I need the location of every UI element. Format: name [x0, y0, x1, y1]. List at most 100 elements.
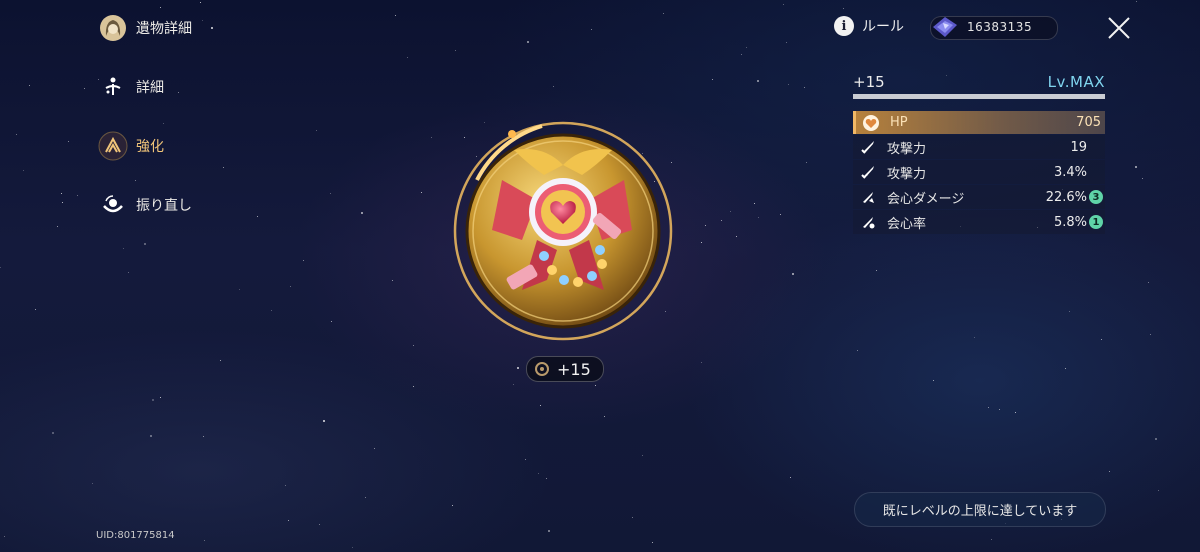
star [210, 27, 213, 30]
star [0, 266, 2, 268]
star [51, 431, 54, 434]
star [199, 1, 201, 3]
attack-sword-icon [859, 138, 877, 156]
star [60, 192, 62, 194]
star [512, 384, 514, 386]
star [123, 248, 125, 250]
star [663, 13, 665, 15]
star [365, 497, 367, 499]
rules-button[interactable]: i ルール [834, 16, 904, 36]
star [746, 47, 748, 49]
nav-item-reroll[interactable]: 振り直し [98, 189, 192, 221]
nav-item-details[interactable]: 詳細 [98, 71, 192, 103]
level-ring-icon [535, 362, 549, 376]
star [454, 49, 456, 51]
star [61, 202, 63, 204]
sub-stat-value: 22.6% [1045, 189, 1087, 205]
hp-heart-icon [862, 114, 880, 132]
star [857, 350, 859, 352]
sub-stat-value: 5.8% [1053, 214, 1087, 230]
star [1155, 437, 1158, 440]
star [704, 225, 706, 227]
star [806, 162, 808, 164]
star [56, 225, 58, 227]
stat-list: HP 705 攻撃力 19 攻撃力 3.4% 会心ダメージ 22.6% 3 会心… [853, 111, 1105, 234]
sub-stat-row: 攻撃力 19 [853, 135, 1105, 159]
star [149, 434, 152, 437]
star [290, 286, 292, 287]
sub-stat-name: 攻撃力 [887, 166, 927, 182]
nav-label: 詳細 [136, 80, 164, 96]
crit-rate-icon [859, 213, 877, 231]
star [553, 85, 555, 87]
star [604, 415, 606, 417]
relic-enhance-level: +15 [557, 359, 591, 379]
star [1069, 311, 1071, 313]
star [791, 273, 794, 276]
star [590, 28, 592, 30]
gem-ticket-icon [933, 17, 957, 37]
star [991, 539, 993, 541]
nav-item-enhance[interactable]: 強化 [98, 130, 192, 162]
star [373, 447, 375, 449]
star [651, 542, 653, 544]
nav-label: 遺物詳細 [136, 21, 192, 37]
star [875, 269, 877, 271]
star [67, 140, 69, 142]
sub-stat-row: 会心率 5.8% 1 [853, 210, 1105, 234]
currency-value: 16383135 [967, 20, 1033, 34]
star [29, 84, 31, 86]
star [721, 220, 723, 222]
star [526, 41, 529, 44]
star [392, 279, 394, 281]
star [318, 524, 320, 526]
star [1065, 368, 1067, 370]
rules-label: ルール [862, 19, 904, 35]
star [1142, 178, 1144, 180]
star [757, 217, 759, 219]
star [974, 336, 976, 338]
sub-stat-name: 会心ダメージ [887, 191, 965, 207]
star [1100, 339, 1102, 341]
level-header: +15 Lv.MAX [853, 69, 1105, 91]
star [1014, 411, 1016, 413]
star [780, 214, 782, 216]
reroll-icon [98, 190, 128, 220]
star [631, 516, 633, 518]
star [271, 309, 273, 311]
sub-stat-value: 19 [1070, 139, 1087, 155]
star [330, 320, 332, 322]
nav-item-relic-details[interactable]: 遺物詳細 [98, 12, 192, 44]
star [303, 259, 305, 261]
sub-stat-row: 攻撃力 3.4% [853, 160, 1105, 184]
star [352, 547, 354, 549]
star [430, 137, 432, 139]
star [545, 478, 547, 480]
star [595, 385, 597, 387]
currency-display[interactable]: 16383135 [930, 16, 1058, 40]
sub-stat-name: 会心率 [887, 216, 927, 232]
star [789, 476, 791, 478]
star [1150, 333, 1152, 335]
star [84, 88, 86, 90]
enhance-icon [98, 131, 128, 161]
star [315, 129, 317, 131]
star [998, 409, 1000, 411]
relic-emblem-image [453, 121, 673, 341]
roll-count-badge: 1 [1089, 215, 1103, 229]
enhance-level: +15 [853, 73, 885, 91]
star [842, 8, 844, 9]
level-progress-bar [853, 94, 1105, 99]
star [406, 57, 408, 59]
star [222, 166, 224, 168]
star [1136, 1, 1138, 2]
star [257, 215, 259, 217]
level-max-label: Lv.MAX [1047, 73, 1105, 91]
star [4, 536, 6, 538]
star [451, 505, 453, 507]
star [160, 396, 162, 398]
side-nav: 遺物詳細 詳細 強化 振り直し [98, 12, 192, 248]
star [92, 482, 94, 484]
close-icon[interactable] [1104, 13, 1134, 43]
star [412, 385, 414, 387]
